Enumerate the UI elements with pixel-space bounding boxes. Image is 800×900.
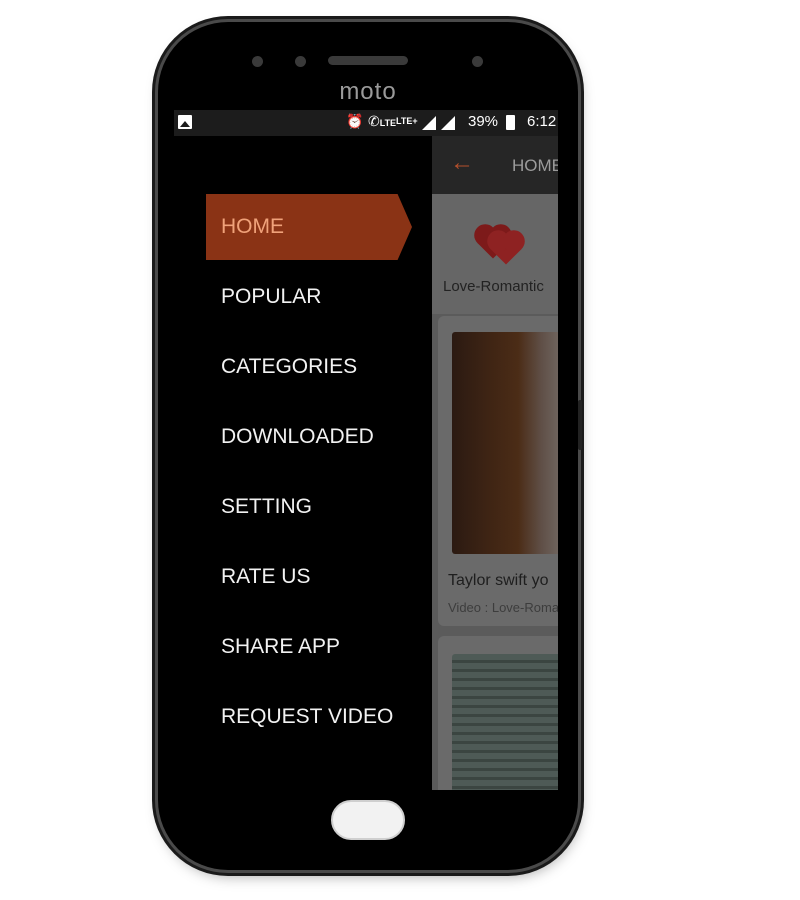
menu-item-request-video[interactable]: REQUEST VIDEO [174,684,414,750]
video-card-2[interactable] [438,636,558,790]
phone-screen: ⏰ ✆LTE LTE+ 39% 6:12 ← HOME Love-Romanti… [174,110,558,790]
side-key[interactable] [578,400,582,450]
video-subtitle: Video : Love-Roma [448,600,558,615]
menu-item-setting[interactable]: SETTING [174,474,414,540]
signal-2-icon [441,116,455,130]
menu-item-label: SHARE APP [221,635,341,658]
category-label: Love-Romantic [443,278,544,295]
menu-item-popular[interactable]: POPULAR [174,264,414,330]
menu-item-label: CATEGORIES [221,355,358,378]
battery-icon [506,115,515,130]
menu-item-label: DOWNLOADED [221,425,374,448]
menu-item-label: RATE US [221,565,311,588]
video-title: Taylor swift yo [448,572,549,589]
video-thumbnail[interactable] [452,332,558,554]
menu-item-downloaded[interactable]: DOWNLOADED [174,404,414,470]
network-1-label: LTE [379,118,397,128]
status-bar: ⏰ ✆LTE LTE+ 39% 6:12 [174,110,558,136]
call-lte-icon: ✆LTE [368,113,397,129]
clock: 6:12 [527,113,557,130]
menu-item-rate-us[interactable]: RATE US [174,544,414,610]
sensor-icon [295,56,306,67]
main-content: Love-Romantic Taylor swift yo Video : Lo… [432,194,558,790]
earpiece-speaker [328,56,408,65]
proximity-sensor-icon [472,56,483,67]
menu-item-label: POPULAR [221,285,322,308]
navigation-drawer: HOME POPULAR CATEGORIES DOWNLOADED SETTI… [174,136,432,790]
back-arrow-icon[interactable]: ← [450,150,474,176]
menu-item-home[interactable]: HOME [206,194,412,260]
signal-icon [422,116,436,130]
app-bar: ← HOME [432,136,558,194]
menu-item-share-app[interactable]: SHARE APP [174,614,414,680]
alarm-icon: ⏰ [346,113,364,129]
menu-item-label: REQUEST VIDEO [221,705,394,728]
front-camera-icon [252,56,263,67]
video-thumbnail-2[interactable] [452,654,558,790]
network-2-label: LTE+ [396,116,418,126]
app-title: HOME [512,156,558,175]
category-card[interactable]: Love-Romantic [432,194,558,314]
home-button[interactable] [331,800,405,840]
battery-percent: 39% [468,113,499,130]
menu-item-categories[interactable]: CATEGORIES [174,334,414,400]
menu-item-label: HOME [221,215,284,238]
heart-icon [490,233,522,265]
brand-logo: moto [339,78,397,105]
menu-item-label: SETTING [221,495,313,518]
image-notification-icon [178,115,192,129]
